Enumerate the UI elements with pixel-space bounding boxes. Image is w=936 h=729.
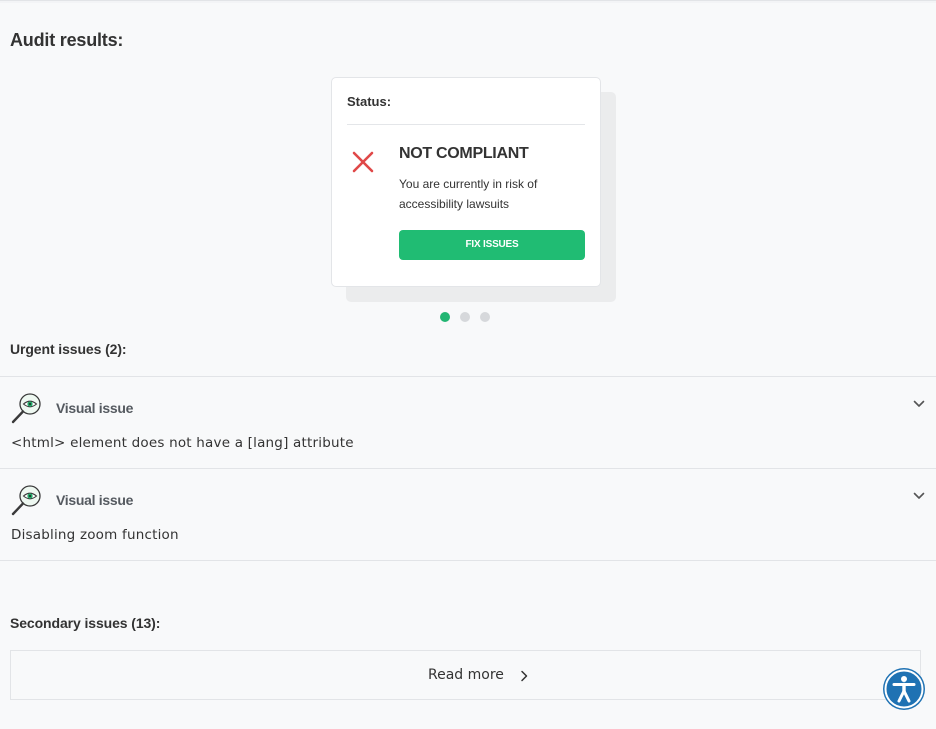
magnifier-eye-icon <box>11 393 41 424</box>
status-card: Status: NOT COMPLIANT You are currently … <box>331 77 601 287</box>
issue-description: <html> element does not have a [lang] at… <box>11 435 354 451</box>
issue-type-label: Visual issue <box>56 400 134 416</box>
secondary-issues-title: Secondary issues (13): <box>10 615 161 631</box>
chevron-down-icon[interactable] <box>912 489 926 503</box>
urgent-issue-item[interactable]: Visual issue Disabling zoom function <box>0 468 936 560</box>
chevron-right-icon <box>521 670 528 682</box>
accessibility-icon <box>884 669 924 709</box>
carousel-dot-2[interactable] <box>460 312 470 322</box>
read-more-button[interactable]: Read more <box>10 650 921 700</box>
fix-issues-button[interactable]: FIX ISSUES <box>399 230 585 260</box>
urgent-issue-item[interactable]: Visual issue <html> element does not hav… <box>0 376 936 468</box>
carousel-dot-1[interactable] <box>440 312 450 322</box>
accessibility-widget-button[interactable] <box>883 668 925 710</box>
status-carousel: Status: NOT COMPLIANT You are currently … <box>331 77 621 303</box>
compliance-description: You are currently in risk of accessibili… <box>399 177 538 211</box>
compliance-status: NOT COMPLIANT <box>399 145 529 162</box>
top-divider <box>0 0 936 3</box>
issue-description: Disabling zoom function <box>11 527 179 543</box>
chevron-down-icon[interactable] <box>912 397 926 411</box>
carousel-dot-3[interactable] <box>480 312 490 322</box>
read-more-label: Read more <box>428 667 504 683</box>
urgent-issues-title: Urgent issues (2): <box>10 341 127 357</box>
page-title: Audit results: <box>10 30 124 50</box>
magnifier-eye-icon <box>11 485 41 516</box>
status-label: Status: <box>347 94 392 109</box>
issues-divider <box>0 560 936 561</box>
close-x-icon <box>352 151 374 173</box>
issue-type-label: Visual issue <box>56 492 134 508</box>
card-divider <box>347 124 585 125</box>
